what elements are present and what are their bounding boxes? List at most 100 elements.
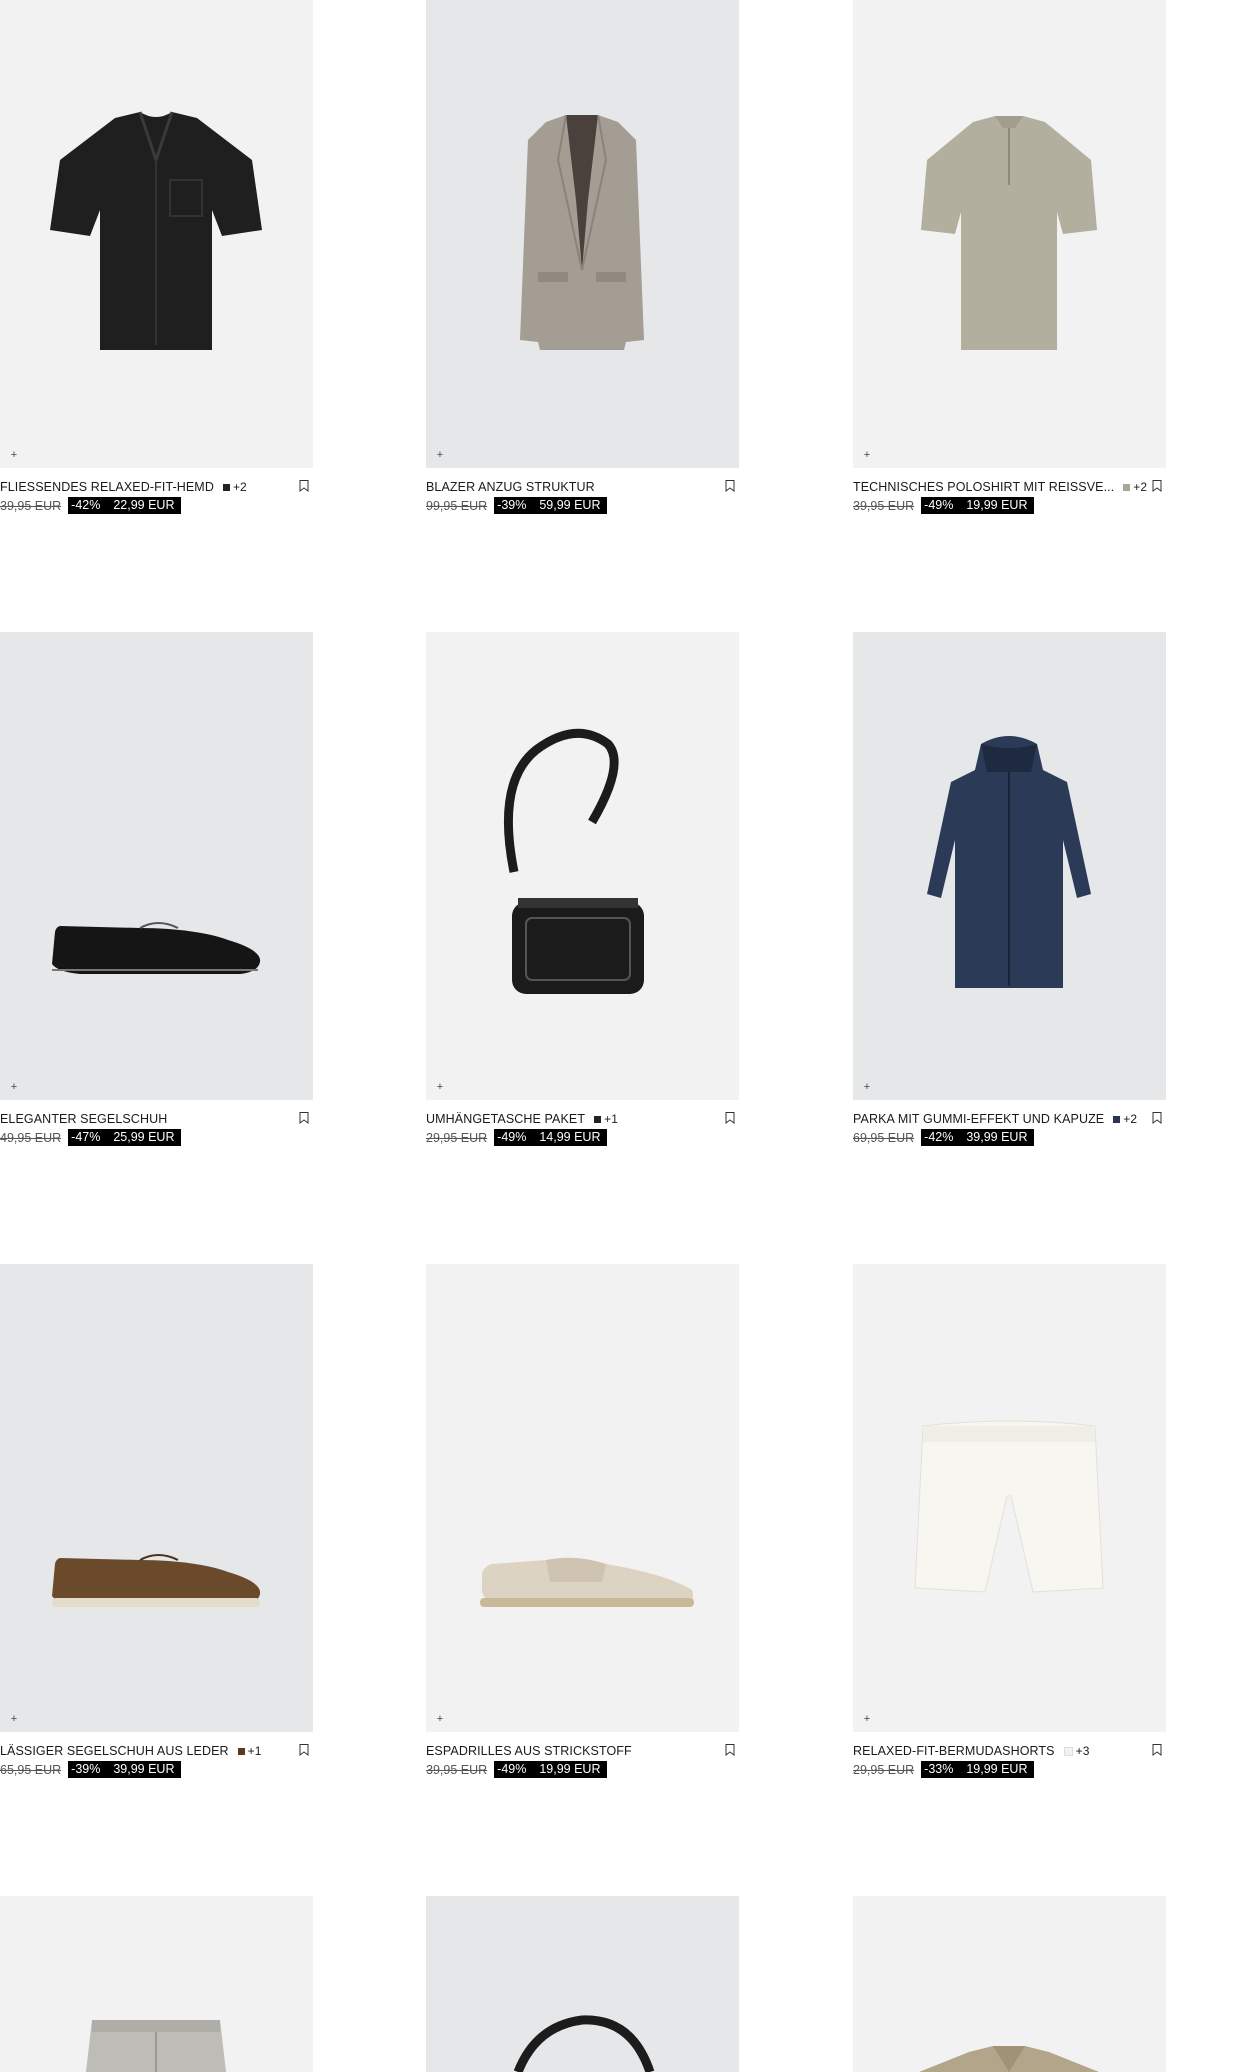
product-name[interactable]: BLAZER ANZUG STRUKTUR — [426, 480, 595, 494]
product-image[interactable] — [0, 1896, 313, 2072]
bookmark-icon[interactable] — [1152, 1112, 1162, 1124]
product-image[interactable]: + — [853, 1264, 1166, 1732]
quick-add-button[interactable]: + — [861, 1081, 873, 1093]
product-image[interactable] — [426, 1896, 739, 2072]
product-name[interactable]: FLIESSENDES RELAXED-FIT-HEMD — [0, 480, 214, 494]
crossbody-bag-icon — [503, 728, 644, 994]
quick-add-button[interactable]: + — [434, 1081, 446, 1093]
product-image[interactable]: + — [853, 632, 1166, 1100]
original-price: 69,95 EUR — [853, 1130, 915, 1145]
product-image[interactable]: + — [426, 0, 739, 468]
product-card[interactable] — [0, 1896, 313, 2072]
more-colors-count: +2 — [232, 480, 247, 494]
sale-price: 14,99 EUR — [539, 1130, 601, 1144]
original-price: 65,95 EUR — [0, 1762, 62, 1777]
boat-shoe-icon — [52, 922, 261, 974]
discount-percent: -47% — [71, 1130, 101, 1144]
bag-strap-icon — [513, 2015, 655, 2072]
product-name[interactable]: ELEGANTER SEGELSCHUH — [0, 1112, 167, 1126]
color-swatch[interactable] — [594, 1115, 602, 1123]
quick-add-button[interactable]: + — [861, 1713, 873, 1725]
product-card[interactable]: + FLIESSENDES RELAXED-FIT-HEMD +2 39,95 … — [0, 0, 313, 518]
discount-percent: -49% — [497, 1130, 527, 1144]
product-card[interactable]: + ELEGANTER SEGELSCHUH 49,95 EUR -47% 25… — [0, 632, 313, 1150]
original-price: 99,95 EUR — [426, 498, 488, 513]
sale-price-badge: -49% 19,99 EUR — [921, 497, 1034, 514]
sale-price-badge: -49% 19,99 EUR — [494, 1761, 607, 1778]
product-name[interactable]: TECHNISCHES POLOSHIRT MIT REISSVE... — [853, 480, 1114, 494]
bookmark-icon[interactable] — [725, 1112, 735, 1124]
quick-add-button[interactable]: + — [8, 1081, 20, 1093]
camp-collar-shirt-icon — [919, 2046, 1099, 2072]
quick-add-button[interactable]: + — [434, 449, 446, 461]
trousers-icon — [86, 2020, 226, 2072]
original-price: 39,95 EUR — [853, 498, 915, 513]
bookmark-icon[interactable] — [299, 480, 309, 492]
product-card[interactable] — [426, 1896, 739, 2072]
discount-percent: -49% — [924, 498, 954, 512]
product-image[interactable]: + — [426, 632, 739, 1100]
original-price: 39,95 EUR — [426, 1762, 488, 1777]
more-colors-count: +1 — [247, 1744, 262, 1758]
product-image[interactable]: + — [426, 1264, 739, 1732]
sale-price: 39,99 EUR — [966, 1130, 1028, 1144]
product-card[interactable]: + LÄSSIGER SEGELSCHUH AUS LEDER +1 65,95… — [0, 1264, 313, 1782]
bookmark-icon[interactable] — [725, 480, 735, 492]
color-swatch[interactable] — [1113, 1115, 1121, 1123]
product-card[interactable]: + TECHNISCHES POLOSHIRT MIT REISSVE... +… — [853, 0, 1166, 518]
discount-percent: -42% — [924, 1130, 954, 1144]
sale-price: 39,99 EUR — [113, 1762, 175, 1776]
sale-price: 59,99 EUR — [539, 498, 601, 512]
bookmark-icon[interactable] — [725, 1744, 735, 1756]
product-name[interactable]: RELAXED-FIT-BERMUDASHORTS — [853, 1744, 1055, 1758]
espadrille-icon — [480, 1557, 694, 1607]
product-card[interactable]: + RELAXED-FIT-BERMUDASHORTS +3 29,95 EUR… — [853, 1264, 1166, 1782]
product-card[interactable]: + ESPADRILLES AUS STRICKSTOFF 39,95 EUR … — [426, 1264, 739, 1782]
sale-price: 22,99 EUR — [113, 498, 175, 512]
quick-add-button[interactable]: + — [8, 449, 20, 461]
color-swatch[interactable] — [1063, 1746, 1073, 1756]
color-swatch[interactable] — [1123, 483, 1131, 491]
color-swatch[interactable] — [237, 1747, 245, 1755]
discount-percent: -39% — [71, 1762, 101, 1776]
bookmark-icon[interactable] — [1152, 1744, 1162, 1756]
product-card[interactable] — [853, 1896, 1166, 2072]
boat-shoe-icon — [52, 1554, 261, 1607]
product-card[interactable]: + PARKA MIT GUMMI-EFFEKT UND KAPUZE +2 6… — [853, 632, 1166, 1150]
product-name[interactable]: PARKA MIT GUMMI-EFFEKT UND KAPUZE — [853, 1112, 1104, 1126]
sale-price: 19,99 EUR — [539, 1762, 601, 1776]
blazer-icon — [520, 114, 644, 350]
product-image[interactable] — [853, 1896, 1166, 2072]
discount-percent: -39% — [497, 498, 527, 512]
sale-price-badge: -42% 39,99 EUR — [921, 1129, 1034, 1146]
product-name[interactable]: ESPADRILLES AUS STRICKSTOFF — [426, 1744, 632, 1758]
bookmark-icon[interactable] — [299, 1112, 309, 1124]
more-colors-count: +1 — [604, 1112, 618, 1126]
sale-price: 19,99 EUR — [966, 498, 1028, 512]
short-sleeve-shirt-icon — [50, 111, 262, 350]
product-card[interactable]: + BLAZER ANZUG STRUKTUR 99,95 EUR -39% 5… — [426, 0, 739, 518]
more-colors-count: +2 — [1133, 480, 1148, 494]
shorts-icon — [914, 1420, 1104, 1593]
product-image[interactable]: + — [0, 1264, 313, 1732]
quick-add-button[interactable]: + — [8, 1713, 20, 1725]
product-image[interactable]: + — [0, 632, 313, 1100]
discount-percent: -49% — [497, 1762, 527, 1776]
product-image[interactable]: + — [853, 0, 1166, 468]
sale-price-badge: -39% 39,99 EUR — [68, 1761, 181, 1778]
product-image[interactable]: + — [0, 0, 313, 468]
sale-price: 19,99 EUR — [966, 1762, 1028, 1776]
product-card[interactable]: + UMHÄNGETASCHE PAKET +1 29,95 EUR -49% … — [426, 632, 739, 1150]
sale-price-badge: -47% 25,99 EUR — [68, 1129, 181, 1146]
product-name[interactable]: LÄSSIGER SEGELSCHUH AUS LEDER — [0, 1744, 229, 1758]
bookmark-icon[interactable] — [299, 1744, 309, 1756]
product-name[interactable]: UMHÄNGETASCHE PAKET — [426, 1112, 585, 1126]
original-price: 29,95 EUR — [426, 1130, 488, 1145]
quick-add-button[interactable]: + — [434, 1713, 446, 1725]
color-swatch[interactable] — [222, 483, 230, 491]
sale-price-badge: -33% 19,99 EUR — [921, 1761, 1034, 1778]
discount-percent: -42% — [71, 498, 101, 512]
bookmark-icon[interactable] — [1152, 480, 1162, 492]
quick-add-button[interactable]: + — [861, 449, 873, 461]
original-price: 39,95 EUR — [0, 498, 62, 513]
